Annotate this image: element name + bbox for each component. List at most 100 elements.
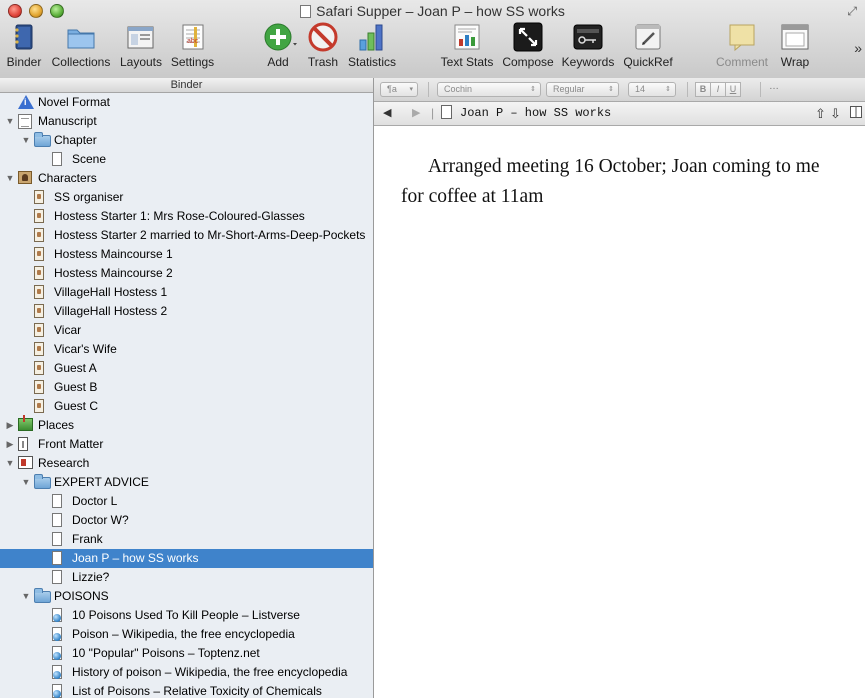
- toolbar-quickref-button[interactable]: QuickRef: [621, 22, 675, 69]
- toolbar-keywords-button[interactable]: Keywords: [561, 22, 615, 69]
- split-editor-icon[interactable]: [850, 102, 862, 125]
- document-proxy-icon[interactable]: [300, 5, 312, 18]
- italic-button[interactable]: I: [710, 82, 726, 97]
- next-document-arrow-icon[interactable]: ⇩: [830, 102, 841, 125]
- binder-item[interactable]: VillageHall Hostess 1: [0, 283, 373, 302]
- binder-item[interactable]: ▶ Places: [0, 415, 373, 435]
- binder-item[interactable]: Doctor L: [0, 492, 373, 511]
- fullscreen-icon[interactable]: ⤢: [847, 4, 857, 19]
- toolbar-add-button[interactable]: Add: [258, 22, 298, 69]
- document-icon[interactable]: [441, 102, 452, 125]
- window-title: Safari Supper – Joan P – how SS works: [0, 2, 865, 20]
- binder-item-label: Doctor L: [72, 494, 118, 508]
- binder-item[interactable]: Lizzie?: [0, 568, 373, 587]
- binder-item-label: Scene: [72, 152, 107, 166]
- character-card-icon: [34, 247, 44, 261]
- bold-button[interactable]: B: [695, 82, 711, 97]
- toolbar-binder-button[interactable]: Binder: [5, 22, 43, 69]
- toolbar-layouts-button[interactable]: Layouts: [118, 22, 164, 69]
- character-card-icon: [34, 361, 44, 375]
- toolbar-comment-button[interactable]: Comment: [714, 22, 770, 69]
- layouts-icon: [126, 22, 160, 52]
- toolbar-add-label: Add: [267, 55, 289, 69]
- trash-icon: [308, 22, 338, 52]
- disclosure-expanded-icon[interactable]: ▼: [5, 112, 15, 131]
- disclosure-expanded-icon[interactable]: ▼: [21, 587, 31, 606]
- toolbar-settings-button[interactable]: abc Settings: [170, 22, 215, 69]
- toolbar-overflow-button[interactable]: »: [854, 40, 862, 56]
- disclosure-collapsed-icon[interactable]: ▶: [5, 435, 15, 454]
- binder-item[interactable]: List of Poisons – Relative Toxicity of C…: [0, 682, 373, 698]
- disclosure-collapsed-icon[interactable]: ▶: [5, 416, 15, 435]
- binder-item[interactable]: Vicar: [0, 321, 373, 340]
- toolbar-compose-label: Compose: [502, 55, 554, 69]
- binder-item[interactable]: Poison – Wikipedia, the free encyclopedi…: [0, 625, 373, 644]
- chevron-down-icon: ▾: [409, 86, 413, 93]
- binder-item[interactable]: Hostess Starter 1: Mrs Rose-Coloured-Gla…: [0, 207, 373, 226]
- binder-item[interactable]: Hostess Maincourse 1: [0, 245, 373, 264]
- editor-text-area[interactable]: Arranged meeting 16 October; Joan coming…: [374, 126, 865, 698]
- binder-item[interactable]: ▼ POISONS: [0, 587, 373, 606]
- binder-item[interactable]: 10 "Popular" Poisons – Toptenz.net: [0, 644, 373, 663]
- toolbar-collections-button[interactable]: Collections: [50, 22, 112, 69]
- font-size-popup[interactable]: 14 ⇕: [628, 82, 676, 97]
- disclosure-expanded-icon[interactable]: ▼: [21, 473, 31, 492]
- binder-item[interactable]: Novel Format: [0, 93, 373, 112]
- binder-item[interactable]: History of poison – Wikipedia, the free …: [0, 663, 373, 682]
- font-size-label: 14: [635, 84, 646, 94]
- wrap-icon: [780, 22, 810, 52]
- binder-item-label: Poison – Wikipedia, the free encyclopedi…: [72, 627, 295, 641]
- disclosure-expanded-icon[interactable]: ▼: [5, 454, 15, 473]
- binder-item[interactable]: Joan P – how SS works: [0, 549, 373, 568]
- editor-body-text[interactable]: Arranged meeting 16 October; Joan coming…: [401, 152, 846, 212]
- disclosure-expanded-icon[interactable]: ▼: [5, 169, 15, 188]
- binder-item[interactable]: VillageHall Hostess 2: [0, 302, 373, 321]
- binder-item[interactable]: ▼ Chapter: [0, 131, 373, 150]
- binder-item[interactable]: Vicar's Wife: [0, 340, 373, 359]
- character-card-icon: [34, 266, 44, 280]
- previous-document-arrow-icon[interactable]: ⇧: [815, 102, 826, 125]
- binder-item-label: Front Matter: [38, 437, 104, 451]
- window-toolbar: Safari Supper – Joan P – how SS works ⤢ …: [0, 0, 865, 79]
- binder-item[interactable]: Scene: [0, 150, 373, 169]
- toolbar-wrap-button[interactable]: Wrap: [777, 22, 813, 69]
- character-card-icon: [34, 285, 44, 299]
- back-arrow-icon[interactable]: ◀: [383, 102, 391, 125]
- comment-icon: [727, 22, 757, 52]
- toolbar-text-stats-button[interactable]: Text Stats: [440, 22, 494, 69]
- format-more-button[interactable]: …: [769, 81, 779, 92]
- binder-item[interactable]: ▶ Front Matter: [0, 435, 373, 454]
- binder-item[interactable]: ▼ Characters: [0, 169, 373, 188]
- binder-item[interactable]: Hostess Maincourse 2: [0, 264, 373, 283]
- toolbar-comment-label: Comment: [715, 55, 768, 69]
- binder-item[interactable]: SS organiser: [0, 188, 373, 207]
- paragraph-style-popup[interactable]: ¶a ▾: [380, 82, 418, 97]
- binder-item[interactable]: ▼ EXPERT ADVICE: [0, 473, 373, 492]
- binder-icon: [9, 22, 39, 52]
- binder-item[interactable]: 10 Poisons Used To Kill People – Listver…: [0, 606, 373, 625]
- underline-button[interactable]: U: [725, 82, 741, 97]
- toolbar-statistics-button[interactable]: Statistics: [347, 22, 397, 69]
- disclosure-expanded-icon[interactable]: ▼: [21, 131, 31, 150]
- toolbar-compose-button[interactable]: Compose: [501, 22, 555, 69]
- binder-item[interactable]: Hostess Starter 2 married to Mr-Short-Ar…: [0, 226, 373, 245]
- binder-item-label: Hostess Starter 1: Mrs Rose-Coloured-Gla…: [54, 209, 305, 223]
- binder-item-label: SS organiser: [54, 190, 124, 204]
- font-style-popup[interactable]: Regular ⇕: [546, 82, 619, 97]
- toolbar-trash-button[interactable]: Trash: [305, 22, 341, 69]
- forward-arrow-icon[interactable]: ▶: [412, 102, 420, 125]
- binder-item[interactable]: ▼ Research: [0, 454, 373, 473]
- page-icon: [52, 152, 62, 166]
- binder-item[interactable]: ▼ Manuscript: [0, 112, 373, 131]
- binder-item[interactable]: Doctor W?: [0, 511, 373, 530]
- binder-item[interactable]: Guest C: [0, 397, 373, 416]
- folder-icon: [34, 474, 51, 489]
- binder-outline[interactable]: Novel Format ▼ Manuscript ▼ Chapter Scene ▼ Cha…: [0, 93, 373, 698]
- binder-item[interactable]: Guest A: [0, 359, 373, 378]
- toolbar-statistics-label: Statistics: [347, 55, 396, 69]
- editor-document-title[interactable]: Joan P – how SS works: [460, 102, 611, 125]
- font-family-popup[interactable]: Cochin ⇕: [437, 82, 541, 97]
- binder-item[interactable]: Frank: [0, 530, 373, 549]
- binder-item[interactable]: Guest B: [0, 378, 373, 397]
- binder-item-label: POISONS: [54, 589, 109, 603]
